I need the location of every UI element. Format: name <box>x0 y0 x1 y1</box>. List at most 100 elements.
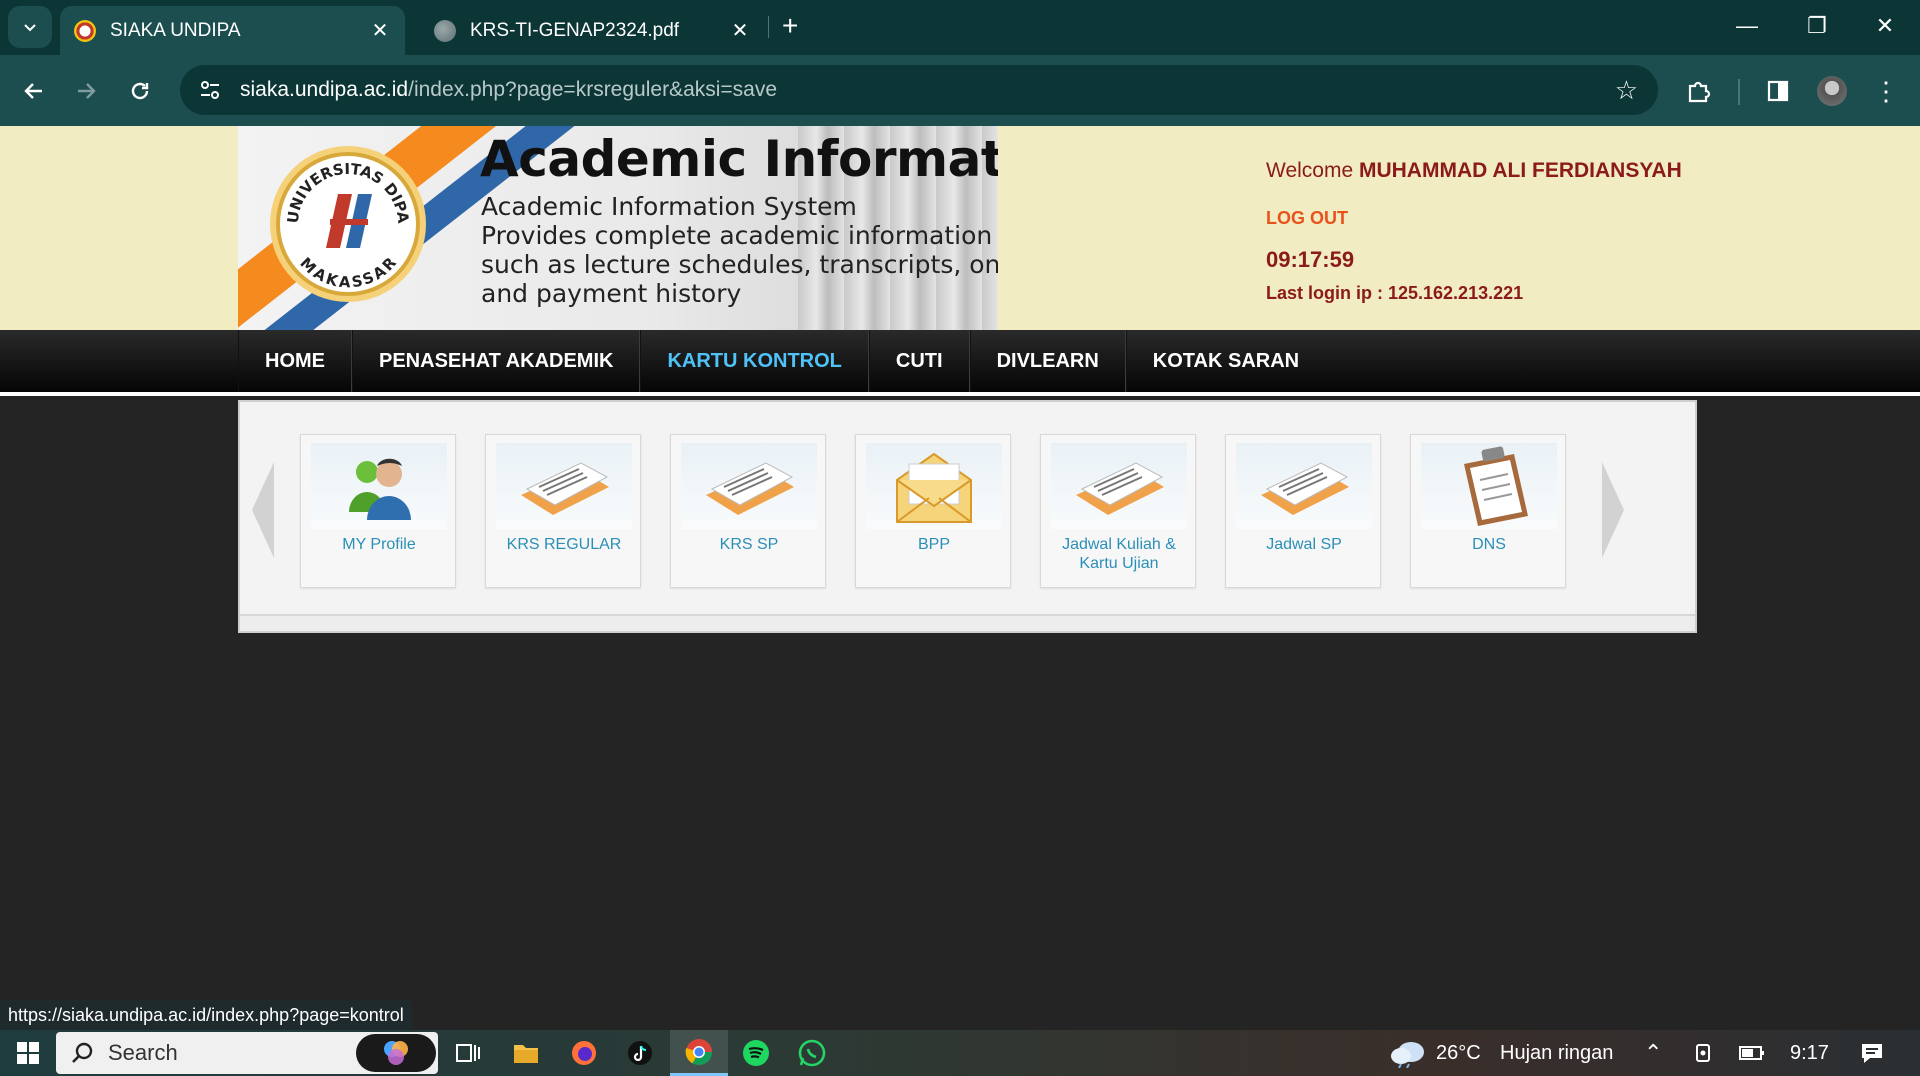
tile-my-profile[interactable]: MY Profile <box>300 434 456 588</box>
undipa-favicon-icon <box>74 19 96 42</box>
globe-icon <box>434 19 456 42</box>
browser-toolbar: siaka.undipa.ac.id/index.php?page=krsreg… <box>0 55 1920 126</box>
documents-icon <box>1051 443 1187 529</box>
site-header: UNIVERSITAS DIPA MAKASSAR Academic Infor… <box>0 126 1920 330</box>
search-label: Search <box>108 1040 178 1065</box>
menu-kebab-icon[interactable]: ⋮ <box>1864 69 1908 113</box>
tab-separator <box>768 16 769 38</box>
extensions-icon[interactable] <box>1676 69 1720 113</box>
restore-button[interactable]: ❐ <box>1792 8 1842 44</box>
desc-line: and payment history <box>481 279 742 308</box>
close-tab-icon[interactable]: ✕ <box>365 18 395 43</box>
documents-icon <box>1236 443 1372 529</box>
weather-description[interactable]: Hujan ringan <box>1500 1030 1613 1076</box>
battery-icon[interactable] <box>1734 1030 1770 1076</box>
whatsapp-icon[interactable] <box>792 1030 832 1076</box>
tile-jadwal-sp[interactable]: Jadwal SP <box>1225 434 1381 588</box>
system-description: Academic Information System Provides com… <box>481 192 998 308</box>
documents-icon <box>681 443 817 529</box>
tab-search-button[interactable] <box>8 6 52 48</box>
tab-siaka[interactable]: SIAKA UNDIPA ✕ <box>60 6 405 55</box>
firefox-icon[interactable] <box>566 1030 602 1076</box>
arrow-left-icon <box>24 83 42 99</box>
documents-icon <box>496 443 632 529</box>
menu-item-kartu-kontrol[interactable]: KARTU KONTROL <box>640 330 869 392</box>
menu-item-home[interactable]: HOME <box>238 330 352 392</box>
menu-item-kotak-saran[interactable]: KOTAK SARAN <box>1125 330 1325 392</box>
tile-label: MY Profile <box>342 536 416 553</box>
chevron-down-icon <box>24 24 36 32</box>
desc-line: such as lecture schedules, transcripts, … <box>481 250 998 279</box>
weather-cloud-icon[interactable] <box>1388 1030 1428 1076</box>
tile-label: KRS SP <box>719 536 779 553</box>
tab-title: SIAKA UNDIPA <box>110 19 241 41</box>
desc-line: Provides complete academic information <box>481 221 993 250</box>
browser-tab-bar: SIAKA UNDIPA ✕ KRS-TI-GENAP2324.pdf ✕ + … <box>0 0 1920 55</box>
new-tab-button[interactable]: + <box>782 10 798 42</box>
forward-button[interactable] <box>64 69 108 113</box>
close-window-button[interactable]: ✕ <box>1860 8 1910 44</box>
panel-footer <box>240 614 1695 631</box>
main-menu: HOME PENASEHAT AKADEMIK KARTU KONTROL CU… <box>238 330 1325 392</box>
main-menu-bar: HOME PENASEHAT AKADEMIK KARTU KONTROL CU… <box>0 330 1920 396</box>
tiktok-icon[interactable] <box>622 1030 658 1076</box>
tile-krs-sp[interactable]: KRS SP <box>670 434 826 588</box>
tile-label: KRS REGULAR <box>506 536 622 553</box>
camera-icon[interactable] <box>1690 1030 1720 1076</box>
notification-icon[interactable] <box>1854 1030 1890 1076</box>
clipboard-icon <box>1421 443 1557 529</box>
tab-pdf[interactable]: KRS-TI-GENAP2324.pdf ✕ <box>420 6 765 55</box>
undipa-logo-icon: UNIVERSITAS DIPA MAKASSAR <box>270 146 426 302</box>
address-bar[interactable]: siaka.undipa.ac.id/index.php?page=krsreg… <box>180 65 1658 115</box>
desc-line: Academic Information System <box>481 192 857 221</box>
menu-item-cuti[interactable]: CUTI <box>868 330 970 392</box>
bookmark-star-icon[interactable]: ☆ <box>1615 75 1638 106</box>
reload-button[interactable] <box>118 69 162 113</box>
menu-item-divlearn[interactable]: DIVLEARN <box>969 330 1126 392</box>
search-icon <box>72 1042 93 1063</box>
back-button[interactable] <box>12 69 56 113</box>
file-explorer-icon[interactable] <box>508 1030 544 1076</box>
tile-bpp[interactable]: BPP <box>855 434 1011 588</box>
tile-label: DNS <box>1472 536 1506 553</box>
profile-avatar[interactable] <box>1810 69 1854 113</box>
url-path: /index.php?page=krsreguler&aksi=save <box>408 78 778 101</box>
task-view-icon[interactable] <box>450 1030 486 1076</box>
weather-temperature[interactable]: 26°C <box>1436 1030 1481 1076</box>
url-domain: siaka.undipa.ac.id <box>240 78 409 101</box>
carousel-next-arrow-icon[interactable] <box>1598 460 1628 560</box>
envelope-icon <box>866 443 1002 529</box>
taskbar-clock[interactable]: 9:17 <box>1790 1030 1829 1076</box>
taskbar-search[interactable]: Search <box>56 1032 438 1074</box>
side-panel-icon[interactable] <box>1756 69 1800 113</box>
menu-item-penasehat-akademik[interactable]: PENASEHAT AKADEMIK <box>352 330 641 392</box>
copilot-icon[interactable] <box>356 1034 436 1072</box>
reload-icon <box>131 82 149 100</box>
spotify-icon[interactable] <box>736 1030 776 1076</box>
welcome-text: Welcome MUHAMMAD ALI FERDIANSYAH <box>1266 159 1682 183</box>
tile-krs-regular[interactable]: KRS REGULAR <box>485 434 641 588</box>
tile-dns[interactable]: DNS <box>1410 434 1566 588</box>
arrow-right-icon <box>78 83 96 99</box>
url-text: siaka.undipa.ac.id/index.php?page=krsreg… <box>240 78 777 102</box>
tile-label: Jadwal SP <box>1266 536 1342 553</box>
windows-start-icon[interactable] <box>8 1030 48 1076</box>
tile-jadwal-kuliah-kartu-ujian[interactable]: Jadwal Kuliah & Kartu Ujian <box>1040 434 1196 588</box>
tile-label: Jadwal Kuliah & Kartu Ujian <box>1062 536 1176 572</box>
toolbar-separator <box>1738 79 1740 105</box>
minimize-button[interactable]: — <box>1722 8 1772 44</box>
chrome-taskbar-icon[interactable] <box>670 1030 728 1076</box>
welcome-label: Welcome <box>1266 159 1354 182</box>
clock: 09:17:59 <box>1266 247 1355 272</box>
close-tab-icon[interactable]: ✕ <box>725 18 755 43</box>
site-info-icon[interactable] <box>180 79 240 101</box>
carousel-prev-arrow-icon[interactable] <box>248 460 278 560</box>
logout-link[interactable]: LOG OUT <box>1266 208 1348 229</box>
system-title: Academic Information System <box>480 130 998 188</box>
banner: UNIVERSITAS DIPA MAKASSAR Academic Infor… <box>238 126 998 330</box>
chevron-up-icon[interactable]: ⌃ <box>1644 1030 1662 1076</box>
user-name: MUHAMMAD ALI FERDIANSYAH <box>1358 159 1682 182</box>
windows-taskbar: Search 26°C Hujan ringan ⌃ 9:17 <box>0 1030 1920 1076</box>
last-login-ip: Last login ip : 125.162.213.221 <box>1266 283 1524 303</box>
tab-title: KRS-TI-GENAP2324.pdf <box>470 19 680 41</box>
